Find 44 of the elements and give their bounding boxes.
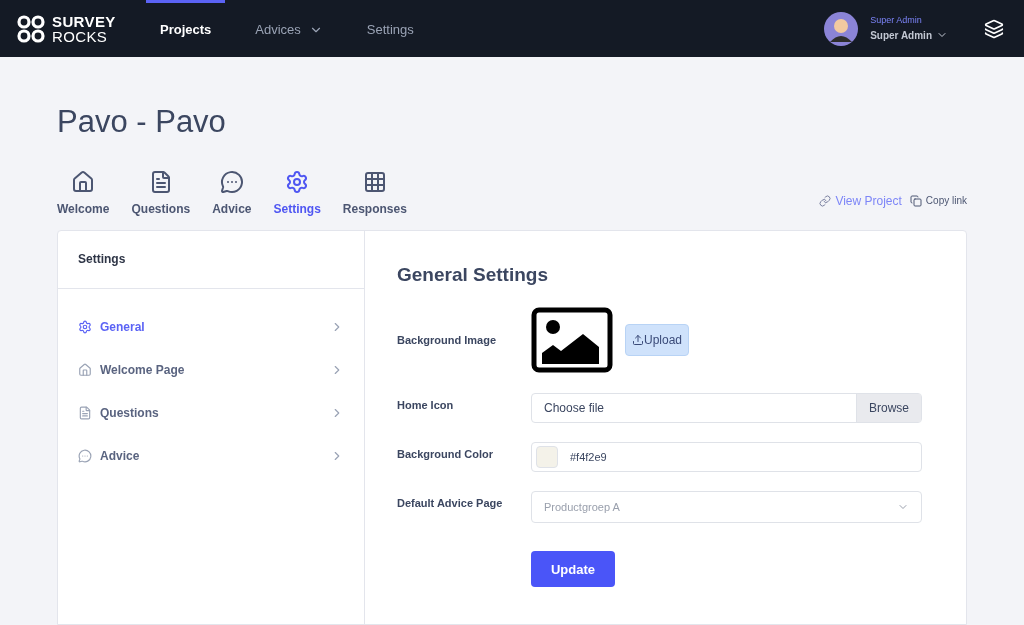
brand-name: ROCKS	[52, 28, 109, 44]
tab[interactable]: Settings	[273, 169, 321, 218]
field-label: Background Image	[397, 333, 498, 348]
tab[interactable]: Responses	[342, 169, 407, 218]
document-icon	[78, 406, 92, 421]
copy-icon	[909, 194, 922, 207]
upload-icon	[632, 334, 644, 347]
sidebar-item[interactable]: Welcome Page	[78, 348, 344, 392]
field-label: Default Advice Page	[397, 496, 504, 512]
grid-icon	[362, 169, 387, 194]
color-swatch	[536, 446, 558, 469]
sidebar-item[interactable]: Advice	[78, 434, 344, 478]
home-icon	[71, 169, 96, 194]
chat-bubble-icon	[78, 449, 92, 464]
section-title: General Settings	[397, 262, 549, 287]
tab[interactable]: Advice	[212, 169, 252, 218]
home-icon	[78, 363, 92, 378]
field-label: Background Color	[397, 447, 494, 463]
settings-icon	[78, 320, 92, 335]
user-menu[interactable]: Super Admin	[870, 27, 948, 43]
link-icon	[819, 194, 832, 207]
tab[interactable]: Welcome	[57, 169, 110, 218]
copy-link-button[interactable]: Copy link	[925, 193, 967, 209]
layers-icon[interactable]	[984, 18, 1004, 39]
image-placeholder-icon	[531, 307, 613, 374]
brand-name: SURVEY	[52, 13, 116, 29]
file-field[interactable]: Choose file Browse	[531, 393, 922, 424]
sidebar-item[interactable]: Questions	[78, 391, 344, 435]
update-button[interactable]: Update	[531, 551, 615, 588]
field-label: Home Icon	[397, 398, 455, 414]
upload-button[interactable]: Upload	[625, 324, 690, 357]
tab[interactable]: Questions	[131, 169, 191, 218]
nav-link[interactable]: Advices	[241, 0, 337, 57]
nav-link[interactable]: Settings	[352, 0, 428, 57]
chat-bubble-icon	[219, 169, 244, 194]
settings-icon	[285, 169, 310, 194]
avatar	[824, 11, 859, 46]
color-field[interactable]: #f4f2e9	[531, 442, 922, 473]
sidebar-title: Settings	[78, 251, 126, 269]
user-role: Super Admin	[870, 14, 923, 28]
page-title: Pavo - Pavo	[57, 103, 227, 141]
sidebar-item[interactable]: General	[78, 305, 344, 349]
logo-icon	[16, 13, 46, 44]
nav-link[interactable]: Projects	[146, 0, 226, 57]
